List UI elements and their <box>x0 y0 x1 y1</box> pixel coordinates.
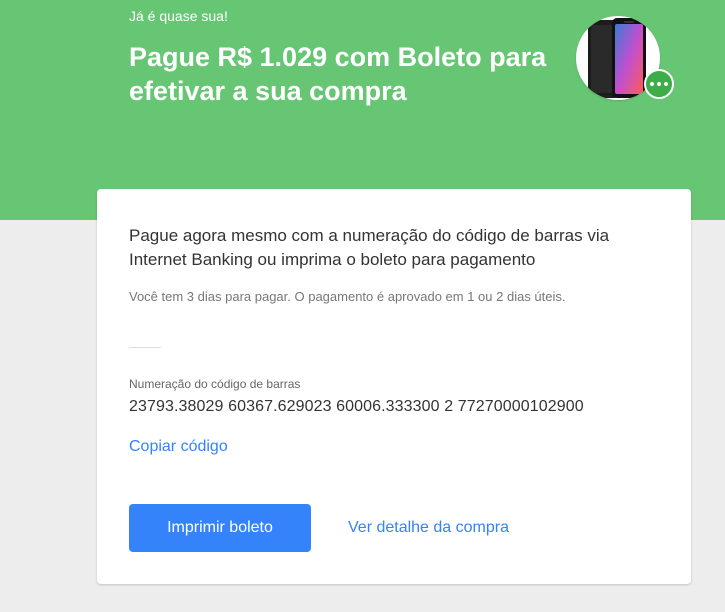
card-heading: Pague agora mesmo com a numeração do cód… <box>129 226 610 269</box>
hero-banner: Já é quase sua! Pague R$ 1.029 com Bolet… <box>0 0 725 220</box>
barcode-value: 23793.38029 60367.629023 60006.333300 2 … <box>129 398 584 415</box>
dot-icon <box>664 82 668 86</box>
payment-card: Pague agora mesmo com a numeração do cód… <box>97 189 691 584</box>
copy-code-link[interactable]: Copiar código <box>129 438 228 456</box>
dot-icon <box>657 82 661 86</box>
dot-icon <box>650 82 654 86</box>
page-title: Pague R$ 1.029 com Boleto para efetivar … <box>129 42 547 106</box>
view-purchase-details-link[interactable]: Ver detalhe da compra <box>348 519 509 537</box>
barcode-label: Numeração do código de barras <box>129 377 301 391</box>
divider <box>129 347 161 348</box>
more-options-icon[interactable] <box>644 69 674 99</box>
eyebrow-text: Já é quase sua! <box>129 8 228 24</box>
payment-deadline-text: Você tem 3 dias para pagar. O pagamento … <box>129 289 566 304</box>
print-boleto-button[interactable]: Imprimir boleto <box>129 504 311 552</box>
